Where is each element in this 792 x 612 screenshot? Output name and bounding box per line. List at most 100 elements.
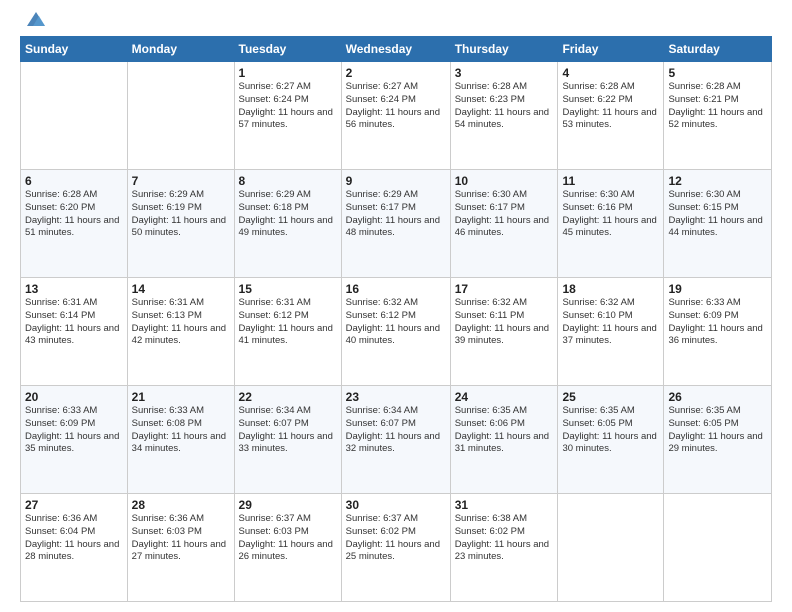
- day-cell: 3Sunrise: 6:28 AM Sunset: 6:23 PM Daylig…: [450, 62, 558, 170]
- day-number: 12: [668, 174, 767, 188]
- day-info: Sunrise: 6:35 AM Sunset: 6:05 PM Dayligh…: [668, 405, 767, 456]
- day-cell: 16Sunrise: 6:32 AM Sunset: 6:12 PM Dayli…: [341, 278, 450, 386]
- day-number: 19: [668, 282, 767, 296]
- day-cell: 23Sunrise: 6:34 AM Sunset: 6:07 PM Dayli…: [341, 386, 450, 494]
- day-cell: 13Sunrise: 6:31 AM Sunset: 6:14 PM Dayli…: [21, 278, 128, 386]
- weekday-header-monday: Monday: [127, 37, 234, 62]
- day-cell: 21Sunrise: 6:33 AM Sunset: 6:08 PM Dayli…: [127, 386, 234, 494]
- day-cell: [664, 494, 772, 602]
- day-cell: 20Sunrise: 6:33 AM Sunset: 6:09 PM Dayli…: [21, 386, 128, 494]
- day-cell: 19Sunrise: 6:33 AM Sunset: 6:09 PM Dayli…: [664, 278, 772, 386]
- day-cell: 28Sunrise: 6:36 AM Sunset: 6:03 PM Dayli…: [127, 494, 234, 602]
- day-info: Sunrise: 6:29 AM Sunset: 6:19 PM Dayligh…: [132, 189, 230, 240]
- day-info: Sunrise: 6:31 AM Sunset: 6:14 PM Dayligh…: [25, 297, 123, 348]
- day-cell: [558, 494, 664, 602]
- day-cell: 4Sunrise: 6:28 AM Sunset: 6:22 PM Daylig…: [558, 62, 664, 170]
- day-info: Sunrise: 6:33 AM Sunset: 6:09 PM Dayligh…: [25, 405, 123, 456]
- day-number: 4: [562, 66, 659, 80]
- day-info: Sunrise: 6:35 AM Sunset: 6:06 PM Dayligh…: [455, 405, 554, 456]
- day-info: Sunrise: 6:27 AM Sunset: 6:24 PM Dayligh…: [239, 81, 337, 132]
- day-number: 26: [668, 390, 767, 404]
- day-info: Sunrise: 6:28 AM Sunset: 6:21 PM Dayligh…: [668, 81, 767, 132]
- page: SundayMondayTuesdayWednesdayThursdayFrid…: [0, 0, 792, 612]
- day-number: 1: [239, 66, 337, 80]
- weekday-header-friday: Friday: [558, 37, 664, 62]
- weekday-header-row: SundayMondayTuesdayWednesdayThursdayFrid…: [21, 37, 772, 62]
- day-number: 3: [455, 66, 554, 80]
- day-info: Sunrise: 6:30 AM Sunset: 6:16 PM Dayligh…: [562, 189, 659, 240]
- day-number: 9: [346, 174, 446, 188]
- weekday-header-sunday: Sunday: [21, 37, 128, 62]
- day-info: Sunrise: 6:30 AM Sunset: 6:17 PM Dayligh…: [455, 189, 554, 240]
- day-info: Sunrise: 6:27 AM Sunset: 6:24 PM Dayligh…: [346, 81, 446, 132]
- day-number: 18: [562, 282, 659, 296]
- day-cell: 11Sunrise: 6:30 AM Sunset: 6:16 PM Dayli…: [558, 170, 664, 278]
- day-cell: 9Sunrise: 6:29 AM Sunset: 6:17 PM Daylig…: [341, 170, 450, 278]
- day-info: Sunrise: 6:28 AM Sunset: 6:23 PM Dayligh…: [455, 81, 554, 132]
- day-info: Sunrise: 6:38 AM Sunset: 6:02 PM Dayligh…: [455, 513, 554, 564]
- weekday-header-thursday: Thursday: [450, 37, 558, 62]
- day-number: 6: [25, 174, 123, 188]
- day-cell: 22Sunrise: 6:34 AM Sunset: 6:07 PM Dayli…: [234, 386, 341, 494]
- day-number: 28: [132, 498, 230, 512]
- day-cell: 12Sunrise: 6:30 AM Sunset: 6:15 PM Dayli…: [664, 170, 772, 278]
- calendar-table: SundayMondayTuesdayWednesdayThursdayFrid…: [20, 36, 772, 602]
- day-number: 7: [132, 174, 230, 188]
- day-number: 11: [562, 174, 659, 188]
- day-cell: 31Sunrise: 6:38 AM Sunset: 6:02 PM Dayli…: [450, 494, 558, 602]
- day-info: Sunrise: 6:28 AM Sunset: 6:22 PM Dayligh…: [562, 81, 659, 132]
- day-info: Sunrise: 6:28 AM Sunset: 6:20 PM Dayligh…: [25, 189, 123, 240]
- day-cell: 15Sunrise: 6:31 AM Sunset: 6:12 PM Dayli…: [234, 278, 341, 386]
- day-cell: 24Sunrise: 6:35 AM Sunset: 6:06 PM Dayli…: [450, 386, 558, 494]
- day-number: 30: [346, 498, 446, 512]
- day-number: 5: [668, 66, 767, 80]
- day-number: 13: [25, 282, 123, 296]
- day-cell: 26Sunrise: 6:35 AM Sunset: 6:05 PM Dayli…: [664, 386, 772, 494]
- day-number: 2: [346, 66, 446, 80]
- logo: [20, 16, 47, 28]
- day-number: 25: [562, 390, 659, 404]
- day-cell: 18Sunrise: 6:32 AM Sunset: 6:10 PM Dayli…: [558, 278, 664, 386]
- day-cell: 5Sunrise: 6:28 AM Sunset: 6:21 PM Daylig…: [664, 62, 772, 170]
- day-number: 24: [455, 390, 554, 404]
- weekday-header-wednesday: Wednesday: [341, 37, 450, 62]
- day-cell: 6Sunrise: 6:28 AM Sunset: 6:20 PM Daylig…: [21, 170, 128, 278]
- header: [20, 16, 772, 28]
- day-info: Sunrise: 6:30 AM Sunset: 6:15 PM Dayligh…: [668, 189, 767, 240]
- day-cell: 30Sunrise: 6:37 AM Sunset: 6:02 PM Dayli…: [341, 494, 450, 602]
- day-info: Sunrise: 6:37 AM Sunset: 6:02 PM Dayligh…: [346, 513, 446, 564]
- day-info: Sunrise: 6:36 AM Sunset: 6:03 PM Dayligh…: [132, 513, 230, 564]
- day-number: 27: [25, 498, 123, 512]
- day-number: 29: [239, 498, 337, 512]
- day-cell: 10Sunrise: 6:30 AM Sunset: 6:17 PM Dayli…: [450, 170, 558, 278]
- week-row-5: 27Sunrise: 6:36 AM Sunset: 6:04 PM Dayli…: [21, 494, 772, 602]
- day-cell: 25Sunrise: 6:35 AM Sunset: 6:05 PM Dayli…: [558, 386, 664, 494]
- day-info: Sunrise: 6:33 AM Sunset: 6:08 PM Dayligh…: [132, 405, 230, 456]
- day-info: Sunrise: 6:31 AM Sunset: 6:12 PM Dayligh…: [239, 297, 337, 348]
- day-info: Sunrise: 6:36 AM Sunset: 6:04 PM Dayligh…: [25, 513, 123, 564]
- day-info: Sunrise: 6:34 AM Sunset: 6:07 PM Dayligh…: [239, 405, 337, 456]
- week-row-2: 6Sunrise: 6:28 AM Sunset: 6:20 PM Daylig…: [21, 170, 772, 278]
- day-info: Sunrise: 6:29 AM Sunset: 6:18 PM Dayligh…: [239, 189, 337, 240]
- day-number: 31: [455, 498, 554, 512]
- weekday-header-saturday: Saturday: [664, 37, 772, 62]
- day-number: 22: [239, 390, 337, 404]
- day-cell: 7Sunrise: 6:29 AM Sunset: 6:19 PM Daylig…: [127, 170, 234, 278]
- day-cell: 2Sunrise: 6:27 AM Sunset: 6:24 PM Daylig…: [341, 62, 450, 170]
- logo-icon: [25, 10, 47, 28]
- weekday-header-tuesday: Tuesday: [234, 37, 341, 62]
- day-info: Sunrise: 6:35 AM Sunset: 6:05 PM Dayligh…: [562, 405, 659, 456]
- day-info: Sunrise: 6:32 AM Sunset: 6:11 PM Dayligh…: [455, 297, 554, 348]
- day-cell: 27Sunrise: 6:36 AM Sunset: 6:04 PM Dayli…: [21, 494, 128, 602]
- week-row-4: 20Sunrise: 6:33 AM Sunset: 6:09 PM Dayli…: [21, 386, 772, 494]
- day-cell: [21, 62, 128, 170]
- day-number: 21: [132, 390, 230, 404]
- day-info: Sunrise: 6:32 AM Sunset: 6:12 PM Dayligh…: [346, 297, 446, 348]
- day-cell: [127, 62, 234, 170]
- day-info: Sunrise: 6:37 AM Sunset: 6:03 PM Dayligh…: [239, 513, 337, 564]
- week-row-3: 13Sunrise: 6:31 AM Sunset: 6:14 PM Dayli…: [21, 278, 772, 386]
- day-number: 16: [346, 282, 446, 296]
- day-cell: 29Sunrise: 6:37 AM Sunset: 6:03 PM Dayli…: [234, 494, 341, 602]
- day-cell: 17Sunrise: 6:32 AM Sunset: 6:11 PM Dayli…: [450, 278, 558, 386]
- day-number: 17: [455, 282, 554, 296]
